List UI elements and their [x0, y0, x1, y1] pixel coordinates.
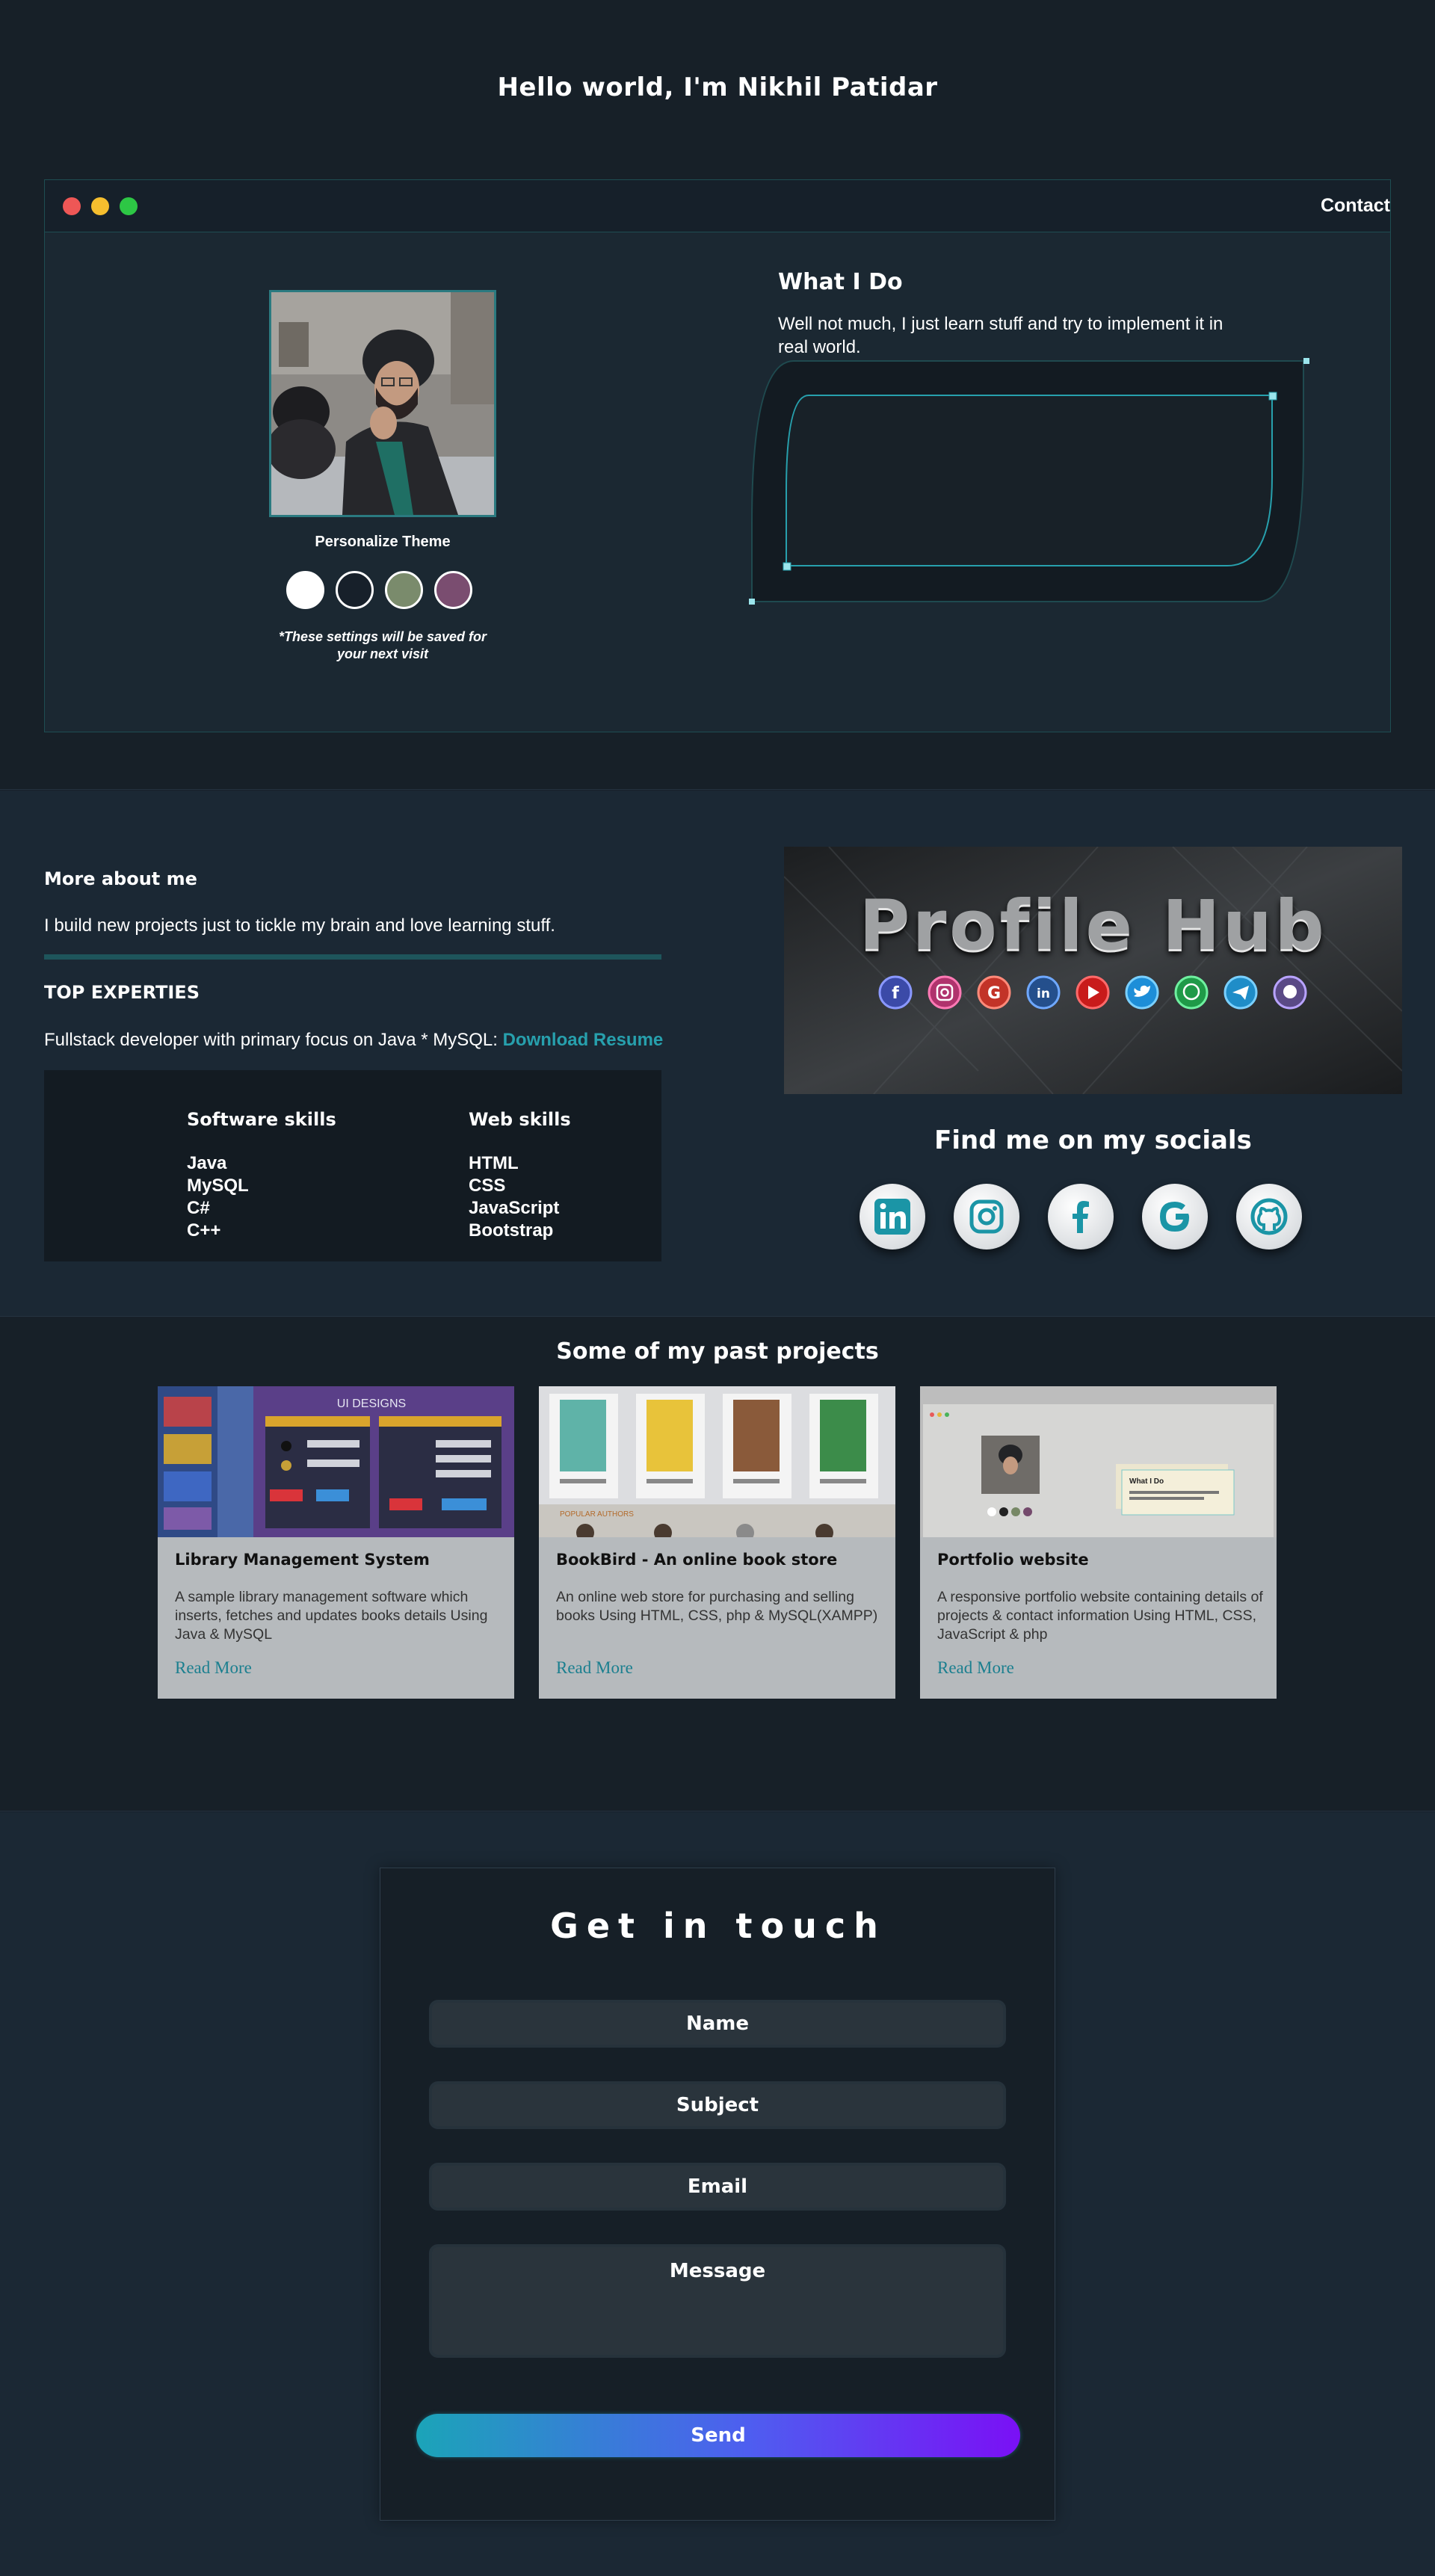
theme-swatch-purple[interactable] [434, 571, 472, 609]
banner-whatsapp-icon [1174, 975, 1209, 1010]
banner-github-icon [1273, 975, 1307, 1010]
skill-item: C# [187, 1198, 210, 1218]
software-skills-column: Software skills Java MySQL C# C++ [187, 1109, 336, 1242]
read-more-link[interactable]: Read More [175, 1658, 252, 1678]
library-screenshot: UI DESIGNS [158, 1386, 514, 1537]
maximize-dot[interactable] [120, 197, 138, 215]
projects-title: Some of my past projects [556, 1338, 879, 1365]
skill-item: CSS [469, 1176, 506, 1196]
banner-social-row: f G in [878, 975, 1307, 1010]
project-thumbnail-library: UI DESIGNS [158, 1386, 514, 1537]
portfolio-screenshot: What I Do [920, 1386, 1277, 1537]
svg-text:f: f [892, 984, 899, 1003]
bookbird-thumb-caption: POPULAR AUTHORS [560, 1510, 634, 1519]
linkedin-link[interactable] [860, 1184, 925, 1250]
skills-table: Software skills Java MySQL C# C++ Web sk… [44, 1070, 661, 1261]
github-link[interactable] [1236, 1184, 1302, 1250]
banner-linkedin-icon: in [1026, 975, 1061, 1010]
banner-youtube-icon [1076, 975, 1110, 1010]
banner-google-icon: G [977, 975, 1011, 1010]
contact-form: Get in touch Name Subject Email Message … [380, 1868, 1055, 2521]
project-name: Portfolio website [937, 1551, 1089, 1569]
google-icon [1160, 1202, 1189, 1232]
hero-title: Hello world, I'm Nikhil Patidar [497, 72, 938, 102]
what-i-do-text: Well not much, I just learn stuff and tr… [778, 314, 1223, 357]
about-section: More about me I build new projects just … [0, 791, 1435, 1317]
skill-item: JavaScript [469, 1198, 560, 1218]
about-heading: More about me [44, 868, 197, 889]
about-text: I build new projects just to tickle my b… [44, 915, 555, 936]
instagram-icon [969, 1199, 1004, 1234]
personalize-theme-label: Personalize Theme [315, 534, 451, 550]
google-link[interactable] [1142, 1184, 1208, 1250]
read-more-link[interactable]: Read More [556, 1658, 633, 1678]
project-thumbnail-portfolio: What I Do [920, 1386, 1277, 1537]
portfolio-thumb-caption: What I Do [1129, 1477, 1164, 1486]
library-thumb-caption: UI DESIGNS [337, 1397, 406, 1410]
svg-text:in: in [1037, 986, 1050, 1001]
projects-section: Some of my past projects UI DESIGNS Libr… [0, 1318, 1435, 1811]
theme-swatch-dark[interactable] [336, 571, 374, 609]
profile-photo [271, 292, 494, 515]
project-thumbnail-bookbird: POPULAR AUTHORS [539, 1386, 895, 1537]
profile-hub-banner: Profile Hub f G in [784, 847, 1402, 1094]
what-i-do-card [749, 358, 1309, 605]
skill-item: MySQL [187, 1176, 249, 1196]
window-titlebar: Contact [45, 180, 1390, 232]
software-skills-title: Software skills [187, 1109, 336, 1130]
project-card-library[interactable]: UI DESIGNS Library Management System A s… [158, 1386, 514, 1699]
skill-item: C++ [187, 1220, 221, 1241]
project-card-portfolio[interactable]: What I Do Portfolio website A responsive… [920, 1386, 1277, 1699]
nav-contact-link[interactable]: Contact [1321, 195, 1390, 217]
project-name: Library Management System [175, 1551, 430, 1569]
banner-title: Profile Hub [859, 886, 1327, 966]
read-more-link[interactable]: Read More [937, 1658, 1014, 1678]
banner-facebook-icon: f [878, 975, 913, 1010]
email-field[interactable]: Email [429, 2163, 1006, 2211]
project-description: A sample library management software whi… [175, 1589, 488, 1643]
about-divider [44, 954, 661, 960]
profile-picture [269, 290, 496, 517]
banner-instagram-icon [928, 975, 962, 1010]
contact-form-title: Get in touch [550, 1906, 886, 1946]
facebook-link[interactable] [1048, 1184, 1114, 1250]
project-name: BookBird - An online book store [556, 1551, 838, 1569]
facebook-icon [1073, 1201, 1089, 1233]
subject-field[interactable]: Subject [429, 2081, 1006, 2129]
browser-window: Contact Personalize Theme *These setting… [44, 179, 1391, 732]
send-button[interactable]: Send [416, 2414, 1020, 2457]
instagram-link[interactable] [954, 1184, 1019, 1250]
linkedin-icon [874, 1199, 910, 1235]
theme-swatch-green[interactable] [385, 571, 423, 609]
web-skills-column: Web skills HTML CSS JavaScript Bootstrap [469, 1109, 571, 1242]
close-dot[interactable] [63, 197, 81, 215]
skill-item: Bootstrap [469, 1220, 554, 1241]
project-card-bookbird[interactable]: POPULAR AUTHORS BookBird - An online boo… [539, 1386, 895, 1699]
hero-section: Hello world, I'm Nikhil Patidar Contact [0, 0, 1435, 790]
github-icon [1250, 1198, 1288, 1235]
project-description: A responsive portfolio website containin… [937, 1589, 1263, 1643]
theme-swatches [286, 571, 481, 610]
theme-note: *These settings will be saved for your n… [278, 629, 487, 661]
name-field[interactable]: Name [429, 2000, 1006, 2048]
minimize-dot[interactable] [91, 197, 109, 215]
project-description: An online web store for purchasing and s… [556, 1589, 878, 1624]
skill-item: Java [187, 1153, 227, 1173]
theme-swatch-light[interactable] [286, 571, 324, 609]
expertise-description: Fullstack developer with primary focus o… [44, 1030, 503, 1050]
skill-item: HTML [469, 1153, 519, 1173]
expertise-text: Fullstack developer with primary focus o… [44, 1030, 663, 1051]
download-resume-link[interactable]: Download Resume [503, 1030, 664, 1050]
banner-twitter-icon [1125, 975, 1159, 1010]
message-field[interactable]: Message [429, 2244, 1006, 2358]
find-me-title: Find me on my socials [934, 1125, 1252, 1155]
web-skills-title: Web skills [469, 1109, 571, 1130]
expertise-heading: TOP EXPERTIES [44, 982, 200, 1003]
contact-section: Get in touch Name Subject Email Message … [0, 1812, 1435, 2576]
banner-telegram-icon [1223, 975, 1258, 1010]
svg-text:G: G [987, 984, 1001, 1003]
bookbird-screenshot: POPULAR AUTHORS [539, 1386, 895, 1537]
what-i-do-title: What I Do [778, 269, 903, 295]
